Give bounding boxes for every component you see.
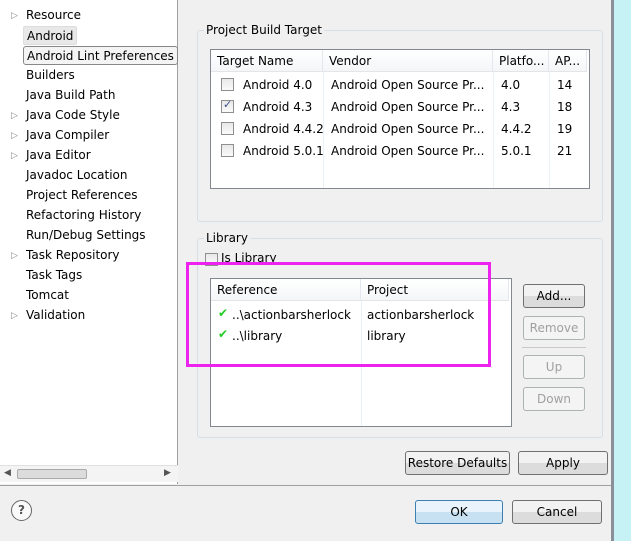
- target-platform: 4.3: [501, 100, 521, 114]
- sidebar-item-label: Task Repository: [26, 248, 120, 262]
- highlight-annotation-box: [186, 262, 491, 367]
- background-window-edge: [611, 0, 631, 541]
- sidebar-item[interactable]: Tomcat: [0, 286, 178, 306]
- apply-button[interactable]: Apply: [518, 451, 608, 475]
- target-platform: 4.0: [501, 78, 521, 92]
- sidebar-item-label: Run/Debug Settings: [26, 228, 146, 242]
- expand-arrow-icon[interactable]: ▷: [11, 6, 18, 26]
- build-target-title: Project Build Target: [204, 22, 324, 38]
- scroll-thumb[interactable]: [17, 469, 87, 479]
- property-page-tree: ▷ Resource Android Android Lint Preferences…: [0, 0, 178, 484]
- target-api: 21: [557, 144, 573, 158]
- sidebar-item[interactable]: Builders: [0, 66, 178, 86]
- column-header[interactable]: Target Name: [211, 50, 323, 72]
- scroll-left-icon[interactable]: ◀: [4, 468, 11, 478]
- target-checkbox[interactable]: [221, 144, 234, 157]
- sidebar-item[interactable]: ▷ Java Code Style: [0, 106, 178, 126]
- tree-hscrollbar[interactable]: ◀ ▶: [0, 465, 178, 482]
- column-divider: [549, 72, 550, 188]
- target-name: Android 4.3: [243, 100, 313, 114]
- sidebar-item[interactable]: Run/Debug Settings: [0, 226, 178, 246]
- footer-separator: [0, 485, 612, 486]
- sidebar-item-label: Java Editor: [26, 148, 91, 162]
- up-button[interactable]: Up: [523, 355, 585, 379]
- sidebar-item[interactable]: Task Tags: [0, 266, 178, 286]
- button-separator: [522, 347, 586, 348]
- sidebar-item[interactable]: ▷ Java Editor: [0, 146, 178, 166]
- sidebar-item-label: Android Lint Preferences: [23, 46, 178, 65]
- restore-defaults-button[interactable]: Restore Defaults: [405, 451, 510, 475]
- target-platform: 5.0.1: [501, 144, 532, 158]
- target-name: Android 4.0: [243, 78, 313, 92]
- target-name: Android 4.4.2: [243, 122, 324, 136]
- sidebar-item[interactable]: ▷ Resource: [0, 6, 178, 26]
- target-api: 14: [557, 78, 573, 92]
- sidebar-item-label: Refactoring History: [26, 208, 142, 222]
- sidebar-item[interactable]: Refactoring History: [0, 206, 178, 226]
- scroll-right-icon[interactable]: ▶: [164, 468, 171, 478]
- sidebar-item-label: Resource: [26, 8, 82, 22]
- sidebar-item[interactable]: Java Build Path: [0, 86, 178, 106]
- target-vendor: Android Open Source Pr...: [331, 78, 485, 92]
- expand-arrow-icon[interactable]: ▷: [11, 106, 18, 126]
- target-vendor: Android Open Source Pr...: [331, 122, 485, 136]
- ok-button[interactable]: OK: [415, 500, 503, 524]
- column-divider: [493, 72, 494, 188]
- sidebar-item-label: Validation: [26, 308, 86, 322]
- sidebar-item[interactable]: Javadoc Location: [0, 166, 178, 186]
- sidebar-item-label: Builders: [26, 68, 75, 82]
- expand-arrow-icon[interactable]: ▷: [11, 246, 18, 266]
- target-platform: 4.4.2: [501, 122, 532, 136]
- sidebar-item-label: Project References: [26, 188, 138, 202]
- sidebar-item[interactable]: Android: [0, 26, 178, 46]
- sidebar-item-label: Java Compiler: [26, 128, 110, 142]
- library-title: Library: [204, 230, 250, 246]
- expand-arrow-icon[interactable]: ▷: [11, 306, 18, 326]
- expand-arrow-icon[interactable]: ▷: [11, 126, 18, 146]
- target-checkbox[interactable]: ✓: [221, 98, 234, 113]
- target-vendor: Android Open Source Pr...: [331, 144, 485, 158]
- sidebar-item-label: Java Code Style: [26, 108, 120, 122]
- expand-arrow-icon[interactable]: ▷: [11, 146, 18, 166]
- checkmark-icon: ✓: [223, 98, 233, 111]
- sidebar-item[interactable]: Project References: [0, 186, 178, 206]
- column-header[interactable]: AP...: [549, 50, 587, 72]
- target-checkbox[interactable]: [221, 122, 234, 135]
- sidebar-item-label: Javadoc Location: [26, 168, 128, 182]
- sidebar-item-label: Android: [23, 26, 78, 45]
- column-header[interactable]: Vendor: [323, 50, 493, 72]
- help-icon[interactable]: ?: [11, 500, 32, 521]
- sidebar-item[interactable]: ▷ Task Repository: [0, 246, 178, 266]
- target-checkbox[interactable]: [221, 78, 234, 91]
- sidebar-item[interactable]: ▷ Validation: [0, 306, 178, 326]
- sidebar-item-label: Task Tags: [26, 268, 83, 282]
- target-api: 18: [557, 100, 573, 114]
- target-vendor: Android Open Source Pr...: [331, 100, 485, 114]
- sidebar-item[interactable]: ▷ Java Compiler: [0, 126, 178, 146]
- sidebar-item-label: Tomcat: [26, 288, 69, 302]
- target-name: Android 5.0.1: [243, 144, 324, 158]
- target-api: 19: [557, 122, 573, 136]
- cancel-button[interactable]: Cancel: [512, 500, 602, 524]
- add-button[interactable]: Add...: [523, 284, 585, 308]
- remove-button[interactable]: Remove: [523, 316, 585, 340]
- down-button[interactable]: Down: [523, 387, 585, 411]
- sidebar-item-label: Java Build Path: [26, 88, 116, 102]
- column-header[interactable]: Platfo...: [493, 50, 549, 72]
- build-target-table: Target Name Vendor Platfo... AP... Android 4…: [210, 49, 590, 189]
- sidebar-item[interactable]: Android Lint Preferences: [0, 46, 178, 66]
